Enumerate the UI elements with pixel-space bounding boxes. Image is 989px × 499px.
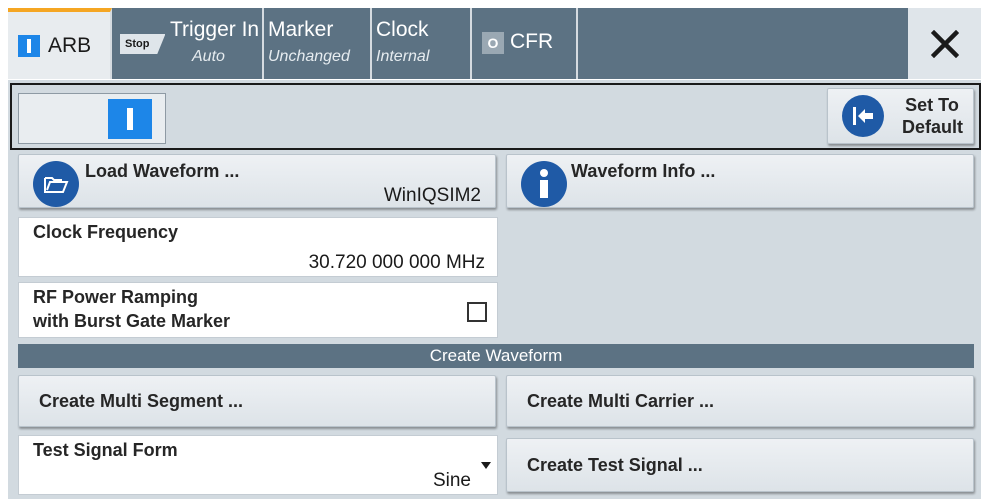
off-state-icon: O <box>482 32 504 54</box>
clock-frequency-value: 30.720 000 000 MHz <box>308 252 485 273</box>
tab-label: Marker <box>268 18 334 41</box>
tab-arb[interactable]: ARB <box>8 8 112 79</box>
tab-sublabel: Unchanged <box>268 48 350 65</box>
rf-power-ramping-label-line1: RF Power Ramping <box>33 287 199 307</box>
rf-power-ramping-field: RF Power Ramping with Burst Gate Marker <box>18 282 498 338</box>
clock-frequency-label: Clock Frequency <box>33 222 179 242</box>
test-signal-form-dropdown[interactable]: Test Signal Form Sine <box>18 435 498 495</box>
loaded-waveform-value: WinIQSIM2 <box>383 185 481 206</box>
tab-sublabel: Auto <box>192 48 225 65</box>
tab-label: Trigger In <box>170 18 260 41</box>
create-waveform-header: Create Waveform <box>18 344 974 368</box>
tab-bar: ARB Stop Trigger In Auto Marker Unchange… <box>8 8 981 79</box>
tab-label: Clock <box>376 18 429 41</box>
tab-cfr[interactable]: O CFR <box>472 8 578 79</box>
waveform-info-button[interactable]: Waveform Info ... <box>506 154 974 208</box>
create-multi-carrier-label: Create Multi Carrier ... <box>527 391 715 411</box>
on-state-icon <box>18 35 40 57</box>
tab-label: ARB <box>48 34 92 57</box>
waveform-info-label: Waveform Info ... <box>571 161 716 181</box>
switch-on-icon <box>108 99 152 139</box>
set-default-label-line1: Set To <box>905 95 959 115</box>
rf-power-ramping-checkbox[interactable] <box>467 302 487 322</box>
set-default-icon <box>842 95 884 137</box>
dropdown-arrow-icon <box>481 462 491 469</box>
create-multi-segment-button[interactable]: Create Multi Segment ... <box>18 375 496 427</box>
clock-frequency-field[interactable]: Clock Frequency 30.720 000 000 MHz <box>18 217 498 277</box>
tab-clock[interactable]: Clock Internal <box>372 8 472 79</box>
create-test-signal-label: Create Test Signal ... <box>527 455 703 475</box>
tab-sublabel: Internal <box>376 48 430 65</box>
set-default-label-line2: Default <box>902 117 964 137</box>
stop-indicator-icon: Stop <box>120 34 166 54</box>
close-icon <box>930 29 959 58</box>
create-test-signal-button[interactable]: Create Test Signal ... <box>506 438 974 492</box>
create-multi-carrier-button[interactable]: Create Multi Carrier ... <box>506 375 974 427</box>
create-multi-segment-label: Create Multi Segment ... <box>39 391 244 411</box>
test-signal-form-label: Test Signal Form <box>33 440 178 460</box>
set-to-default-button[interactable]: Set To Default <box>827 88 974 144</box>
state-toggle-switch[interactable] <box>18 93 166 144</box>
load-waveform-label: Load Waveform ... <box>85 161 240 181</box>
info-icon <box>521 161 567 207</box>
folder-icon <box>33 161 79 207</box>
rf-power-ramping-label-line2: with Burst Gate Marker <box>33 311 231 331</box>
tab-marker[interactable]: Marker Unchanged <box>264 8 372 79</box>
tab-label: CFR <box>510 30 554 53</box>
test-signal-form-value: Sine <box>432 470 471 491</box>
close-button[interactable] <box>908 8 981 79</box>
tab-trigger-in[interactable]: Stop Trigger In Auto <box>112 8 264 79</box>
load-waveform-button[interactable]: Load Waveform ... WinIQSIM2 <box>18 154 496 208</box>
